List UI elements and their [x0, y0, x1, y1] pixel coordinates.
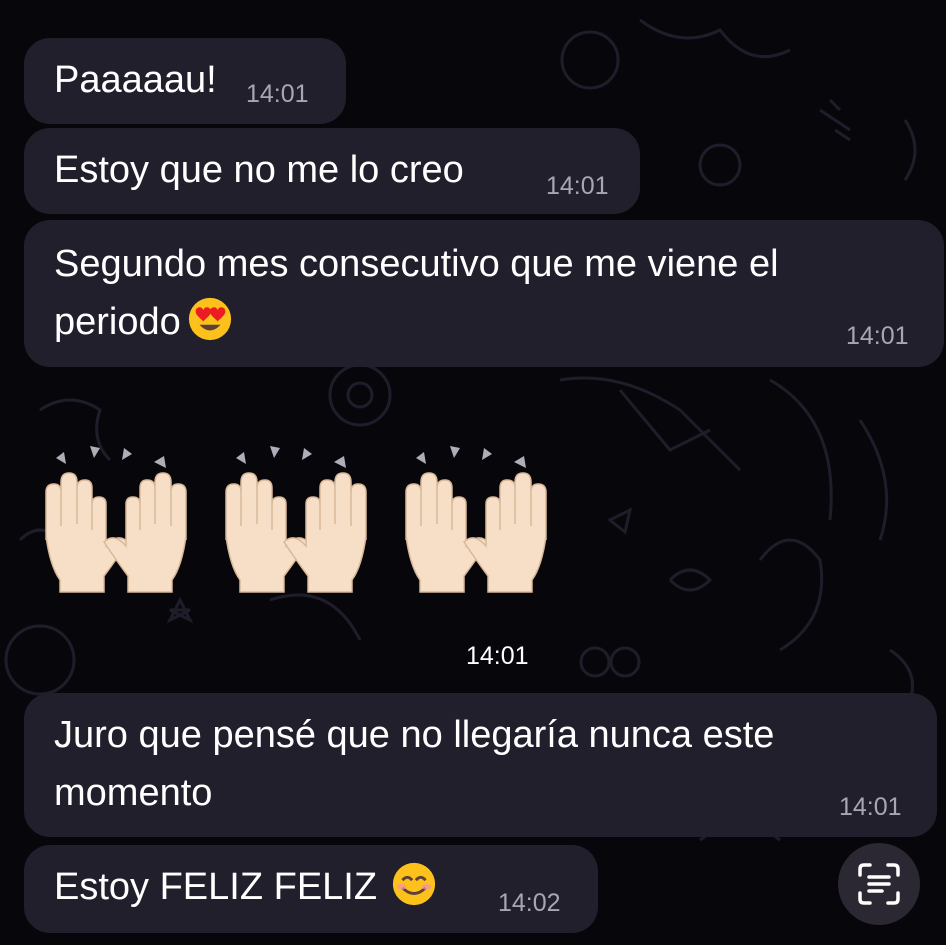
- message-bubble[interactable]: Paaaaau! 14:01: [24, 38, 346, 124]
- message-text: Paaaaau!: [54, 59, 217, 101]
- message-text-content: Estoy FELIZ FELIZ: [54, 866, 378, 908]
- message-timestamp: 14:01: [246, 80, 309, 108]
- message-text: Estoy que no me lo creo: [54, 149, 464, 191]
- raised-hands-emoji: [225, 446, 367, 593]
- message-text-line-2: periodo: [54, 294, 233, 350]
- smiling-face-emoji: [392, 862, 436, 906]
- raised-hands-emoji: [405, 446, 547, 593]
- message-text-content: periodo: [54, 301, 181, 343]
- emoji-only-message[interactable]: [26, 440, 566, 610]
- message-text-line-2: momento: [54, 772, 213, 814]
- message-timestamp: 14:01: [839, 793, 902, 821]
- text-scan-icon: [858, 863, 900, 905]
- message-bubble[interactable]: Estoy que no me lo creo 14:01: [24, 128, 640, 214]
- text-scan-button[interactable]: [838, 843, 920, 925]
- message-text-row: Estoy FELIZ FELIZ: [54, 859, 437, 915]
- message-timestamp: 14:01: [466, 642, 529, 670]
- message-text-line-1: Juro que pensé que no llegaría nunca est…: [54, 714, 775, 756]
- message-timestamp: 14:01: [846, 322, 909, 350]
- message-text-line-1: Segundo mes consecutivo que me viene el: [54, 243, 779, 285]
- message-timestamp: 14:02: [498, 889, 561, 917]
- message-bubble[interactable]: Estoy FELIZ FELIZ 14:02: [24, 845, 598, 933]
- raised-hands-emoji: [45, 446, 187, 593]
- message-bubble[interactable]: Juro que pensé que no llegaría nunca est…: [24, 693, 937, 837]
- message-bubble[interactable]: Segundo mes consecutivo que me viene el …: [24, 220, 944, 367]
- message-timestamp: 14:01: [546, 172, 609, 200]
- chat-window: Paaaaau! 14:01 Estoy que no me lo creo 1…: [0, 0, 946, 945]
- heart-eyes-emoji: [188, 297, 231, 341]
